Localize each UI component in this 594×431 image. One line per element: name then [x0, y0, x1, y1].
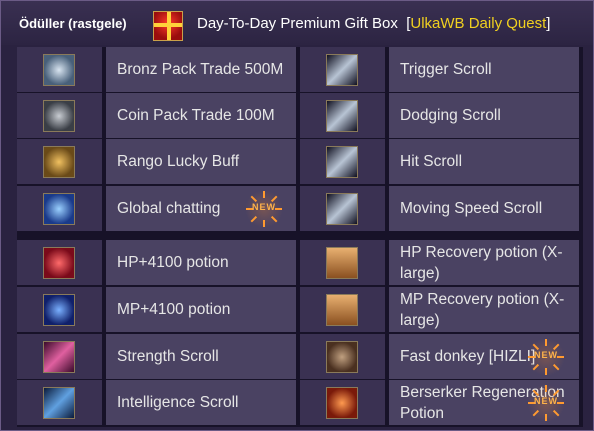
blue-scroll-icon[interactable] [43, 387, 75, 419]
new-badge: NEW [245, 190, 283, 228]
reward-icon-cell [300, 47, 385, 92]
new-badge: NEW [527, 384, 565, 422]
quest-bracket-close: ] [546, 15, 551, 32]
reward-row: Intelligence Scroll Berserker Regeneratio… [17, 380, 583, 426]
reward-name: Bronz Pack Trade 500M [117, 61, 284, 78]
reward-name: MP+4100 potion [117, 301, 231, 318]
reward-name: Rango Lucky Buff [117, 153, 240, 170]
gift-box-name: Day-To-Day Premium Gift Box [197, 15, 398, 32]
reward-window: Ödüller (rastgele) Day-To-Day Premium Gi… [0, 0, 594, 431]
reward-row: HP+4100 potion HP Recovery potion (X-larg… [17, 240, 583, 286]
scroll-icon[interactable] [326, 100, 358, 132]
berserker-potion-icon[interactable] [326, 387, 358, 419]
blue-potion-icon[interactable] [43, 294, 75, 326]
reward-name: Coin Pack Trade 100M [117, 107, 275, 124]
reward-name: MP Recovery potion (X-large) [400, 290, 565, 329]
reward-icon-cell [17, 93, 102, 138]
new-badge: NEW [527, 338, 565, 376]
quest-name: UlkaWB Daily Quest [410, 15, 547, 32]
header-bar: Ödüller (rastgele) Day-To-Day Premium Gi… [1, 1, 593, 45]
reward-name: Intelligence Scroll [117, 394, 239, 411]
globe-icon[interactable] [43, 193, 75, 225]
gift-box-icon [153, 11, 183, 41]
donkey-icon[interactable] [326, 341, 358, 373]
new-badge-label: NEW [534, 396, 558, 406]
reward-name: Dodging Scroll [400, 107, 501, 124]
reward-icon-cell [17, 380, 102, 425]
reward-icon-cell [300, 139, 385, 184]
reward-icon-cell [300, 287, 385, 332]
reward-icon-cell [300, 240, 385, 285]
new-badge-label: NEW [252, 202, 276, 212]
reward-icon-cell [17, 186, 102, 231]
reward-name: HP+4100 potion [117, 254, 229, 271]
scrollbar[interactable] [586, 47, 591, 427]
reward-row: Rango Lucky Buff Hit Scroll [17, 139, 583, 185]
pink-scroll-icon[interactable] [43, 341, 75, 373]
reward-name: Strength Scroll [117, 348, 219, 365]
reward-icon-cell [17, 240, 102, 285]
reward-row: Bronz Pack Trade 500M Trigger Scroll [17, 47, 583, 93]
coin-500m-icon[interactable] [43, 100, 75, 132]
reward-icon-cell [300, 93, 385, 138]
reward-name: Hit Scroll [400, 153, 463, 170]
rewards-random-tag: Ödüller (rastgele) [19, 16, 127, 31]
reward-icon-cell [300, 380, 385, 425]
reward-icon-cell [300, 334, 385, 379]
reward-row: Coin Pack Trade 100M Dodging Scroll [17, 93, 583, 139]
reward-row: Global chatting NEW Moving Speed Scroll [17, 186, 583, 232]
reward-icon-cell [17, 47, 102, 92]
reward-name: HP Recovery potion (X-large) [400, 243, 563, 282]
reward-icon-cell [17, 139, 102, 184]
reward-icon-cell [300, 186, 385, 231]
chest-icon[interactable] [326, 247, 358, 279]
new-badge-label: NEW [534, 350, 558, 360]
reward-icon-cell [17, 334, 102, 379]
reward-icon-cell [17, 287, 102, 332]
reward-row: Strength Scroll Fast donkey [HIZLI] NEW [17, 334, 583, 380]
scroll-icon[interactable] [326, 193, 358, 225]
reward-name: Trigger Scroll [400, 61, 492, 78]
scroll-icon[interactable] [326, 54, 358, 86]
coin-100m-icon[interactable] [43, 54, 75, 86]
gift-box-title: Day-To-Day Premium Gift Box [UlkaWB Dail… [197, 15, 550, 32]
red-potion-icon[interactable] [43, 247, 75, 279]
chest-icon[interactable] [326, 294, 358, 326]
reward-name: Moving Speed Scroll [400, 200, 543, 217]
reward-row: MP+4100 potion MP Recovery potion (X-larg… [17, 287, 583, 333]
medallion-icon[interactable] [43, 146, 75, 178]
reward-list: Bronz Pack Trade 500M Trigger Scroll Coin … [17, 47, 583, 427]
scroll-icon[interactable] [326, 146, 358, 178]
